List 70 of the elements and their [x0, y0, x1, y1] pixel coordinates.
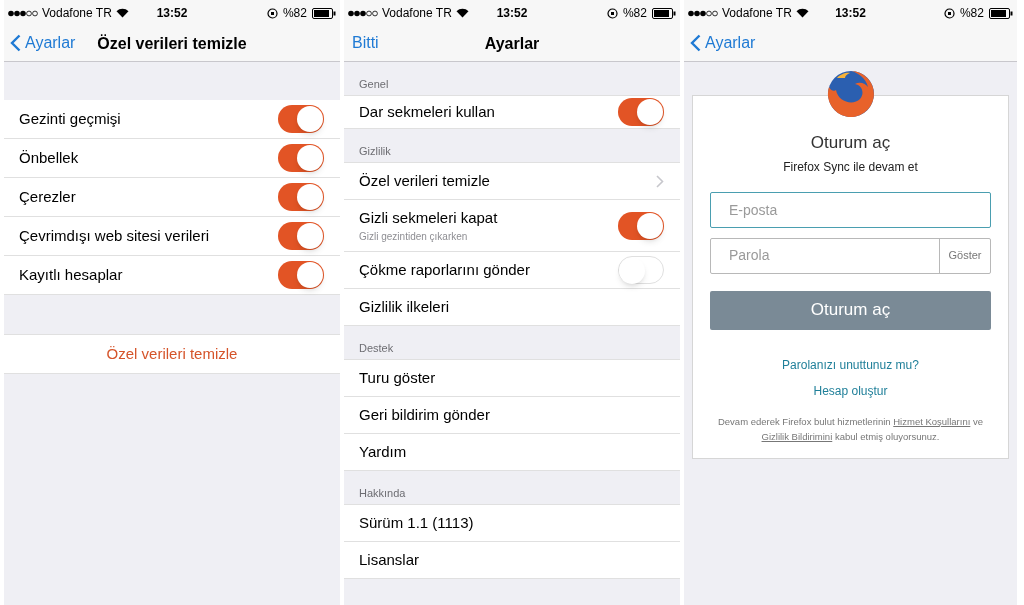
terms-text: Devam ederek Firefox bulut hizmetlerinin Hizmet Koşullarını ve Gizlilik Bildirimini kabul etmiş oluyorsunuz.: [716, 414, 985, 444]
row-label: Dar sekmeleri kullan: [359, 101, 495, 122]
wifi-icon: [115, 8, 129, 18]
login-title: Oturum aç: [810, 132, 891, 154]
row-label: Çökme raporlarını gönder: [359, 259, 530, 280]
status-time: 13:52: [496, 5, 528, 22]
carrier-name: Vodafone TR: [382, 5, 452, 22]
forgot-password-link[interactable]: Parolanızı unuttunuz mu?: [782, 355, 919, 374]
done-button[interactable]: Bitti: [350, 31, 379, 55]
toggle-switch[interactable]: [278, 222, 324, 250]
wifi-icon: [455, 8, 469, 18]
row-label: Kayıtlı hesaplar: [19, 264, 123, 285]
row-label: Çerezler: [19, 186, 76, 207]
chevron-right-icon: [656, 174, 664, 188]
back-button[interactable]: Ayarlar: [10, 31, 76, 55]
row-label: Yardım: [359, 441, 407, 462]
show-password-button[interactable]: Göster: [939, 238, 990, 273]
row-subtitle: Gizli gezintiden çıkarken: [359, 230, 469, 245]
wifi-icon: [795, 8, 809, 18]
battery-percent: %82: [282, 5, 307, 22]
row-label: Gezinti geçmişi: [19, 108, 121, 129]
back-chevron-icon: [10, 34, 21, 52]
login-subtitle: Firefox Sync ile devam et: [783, 158, 918, 176]
section-header: Destek: [359, 340, 394, 356]
toggle-switch[interactable]: [618, 211, 664, 240]
status-time: 13:52: [156, 5, 188, 22]
toggle-switch[interactable]: [618, 98, 664, 126]
section-header: Genel: [359, 76, 389, 92]
row-label: Çevrimdışı web sitesi verileri: [19, 225, 210, 246]
status-time: 13:52: [835, 5, 866, 22]
toggle-switch[interactable]: [278, 105, 324, 133]
row-label: Turu göster: [359, 367, 436, 388]
section-header: Gizlilik: [359, 143, 391, 159]
clear-data-button[interactable]: Özel verileri temizle: [4, 334, 340, 374]
toggle-switch[interactable]: [618, 256, 664, 284]
logo-icon: [826, 70, 875, 118]
battery-icon: [989, 7, 1013, 19]
nav-title: Ayarlar: [484, 33, 540, 54]
signal-icon: [688, 9, 718, 17]
email-field[interactable]: E-posta: [710, 191, 991, 228]
signal-icon: [348, 9, 378, 17]
back-button[interactable]: Ayarlar: [690, 31, 756, 55]
carrier-name: Vodafone TR: [722, 5, 792, 22]
battery-icon: [312, 7, 336, 19]
rotation-lock-icon: [943, 7, 955, 19]
toggle-switch[interactable]: [278, 183, 324, 211]
password-field[interactable]: Parola Göster: [710, 237, 991, 274]
row-label: Sürüm 1.1 (1113): [359, 512, 474, 533]
back-chevron-icon: [690, 34, 701, 52]
battery-percent: %82: [622, 5, 647, 22]
row-label: Önbellek: [19, 147, 79, 168]
row-label: Geri bildirim gönder: [359, 404, 490, 425]
signal-icon: [8, 9, 38, 17]
battery-icon: [652, 7, 676, 19]
toggle-switch[interactable]: [278, 144, 324, 172]
nav-title: Özel verileri temizle: [97, 33, 247, 54]
carrier-name: Vodafone TR: [42, 5, 112, 22]
rotation-lock-icon: [266, 7, 278, 19]
row-label: Lisanslar: [359, 549, 420, 570]
create-account-link[interactable]: Hesap oluştur: [813, 381, 888, 400]
battery-percent: %82: [959, 5, 984, 22]
row-label: Gizli sekmeleri kapat: [359, 207, 498, 228]
sign-in-button[interactable]: Oturum aç: [710, 290, 991, 330]
section-header: Hakkında: [359, 485, 406, 501]
toggle-switch[interactable]: [278, 261, 324, 289]
rotation-lock-icon: [606, 7, 618, 19]
terms-link[interactable]: Gizlilik Bildirimini: [761, 430, 833, 442]
row-label: Özel verileri temizle: [359, 170, 490, 191]
terms-link[interactable]: Hizmet Koşullarını: [893, 415, 971, 427]
row-label: Gizlilik ilkeleri: [359, 296, 449, 317]
